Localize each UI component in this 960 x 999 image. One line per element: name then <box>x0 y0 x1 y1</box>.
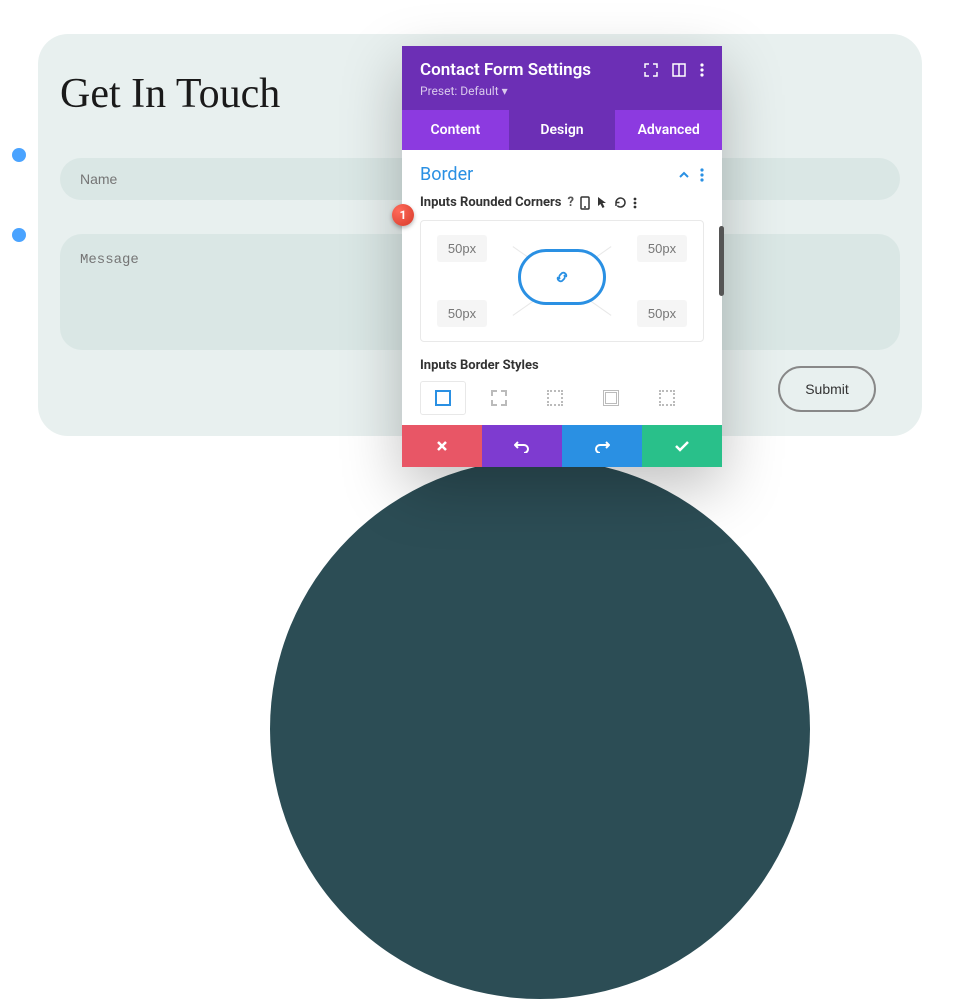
corner-bottom-right[interactable] <box>637 300 687 327</box>
decorative-blob <box>270 459 810 999</box>
page-title: Get In Touch <box>60 70 280 118</box>
border-style-double[interactable] <box>588 381 634 415</box>
hover-icon[interactable] <box>596 196 608 210</box>
corner-top-left[interactable] <box>437 235 487 262</box>
link-corners-toggle[interactable] <box>518 249 606 305</box>
chevron-up-icon[interactable] <box>678 170 690 180</box>
corner-bottom-left[interactable] <box>437 300 487 327</box>
help-icon[interactable]: ? <box>567 195 573 210</box>
more-icon[interactable] <box>633 197 637 209</box>
cancel-button[interactable] <box>402 425 482 467</box>
border-style-groove[interactable] <box>644 381 690 415</box>
border-styles-label: Inputs Border Styles <box>420 358 704 373</box>
field-indicator <box>12 148 26 162</box>
option-label: Inputs Rounded Corners <box>420 195 561 210</box>
preset-dropdown[interactable]: Preset: Default ▾ <box>420 84 704 98</box>
tab-content[interactable]: Content <box>402 110 509 150</box>
border-style-dotted[interactable] <box>532 381 578 415</box>
more-icon[interactable] <box>700 168 704 182</box>
modal-body: Border Inputs Rounded Corners ? <box>402 150 722 415</box>
corner-editor <box>420 220 704 342</box>
tab-design[interactable]: Design <box>509 110 616 150</box>
annotation-badge: 1 <box>392 204 414 226</box>
modal-header: Contact Form Settings Preset: Default ▾ <box>402 46 722 110</box>
field-indicator <box>12 228 26 242</box>
modal-title: Contact Form Settings <box>420 60 591 80</box>
border-style-dashed[interactable] <box>476 381 522 415</box>
modal-footer <box>402 425 722 467</box>
modal-scrollbar[interactable] <box>719 226 724 296</box>
tab-advanced[interactable]: Advanced <box>615 110 722 150</box>
column-icon[interactable] <box>672 63 686 77</box>
submit-button[interactable]: Submit <box>778 366 876 412</box>
section-title[interactable]: Border <box>420 164 473 185</box>
undo-button[interactable] <box>482 425 562 467</box>
phone-icon[interactable] <box>580 196 590 210</box>
redo-button[interactable] <box>562 425 642 467</box>
border-style-solid[interactable] <box>420 381 466 415</box>
more-icon[interactable] <box>700 63 704 77</box>
expand-icon[interactable] <box>644 63 658 77</box>
save-button[interactable] <box>642 425 722 467</box>
settings-modal: Contact Form Settings Preset: Default ▾ … <box>402 46 722 467</box>
corner-top-right[interactable] <box>637 235 687 262</box>
reset-icon[interactable] <box>614 196 627 209</box>
tabs: Content Design Advanced <box>402 110 722 150</box>
